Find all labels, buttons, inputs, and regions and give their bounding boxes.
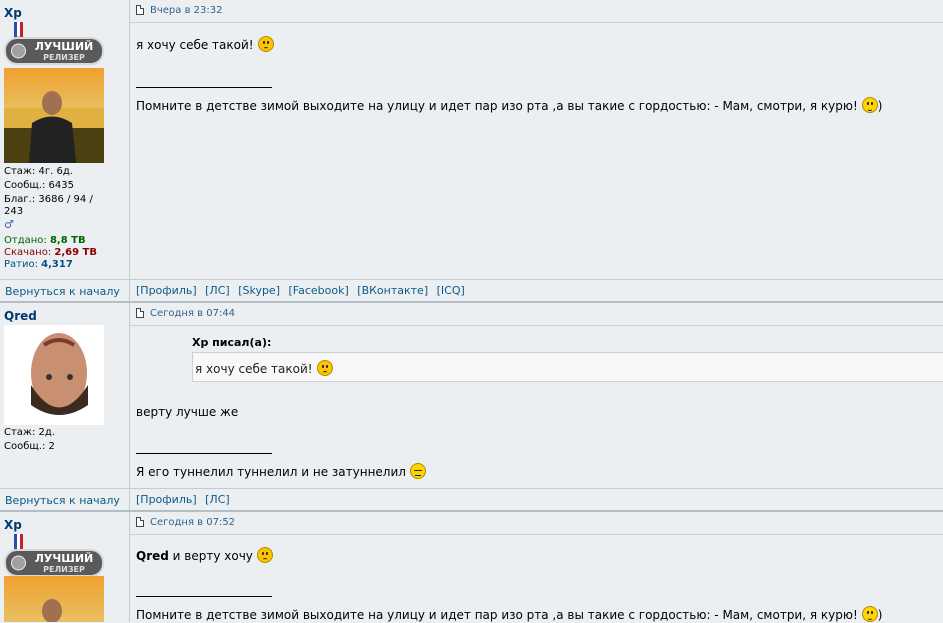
back-to-top-link[interactable]: Вернуться к началу <box>5 285 120 298</box>
post-header: Сегодня в 07:52 <box>130 512 943 535</box>
post-footer: Вернуться к началу [Профиль] [ЛС] [Skype… <box>0 279 943 302</box>
stat-stage: Стаж: 2д. <box>4 427 55 438</box>
post-link-icon[interactable] <box>136 517 144 527</box>
author-column: Xp ЛУЧШИЙ РЕЛИЗЕР <box>0 512 130 622</box>
stat-messages: Сообщ.: 2 <box>4 441 55 452</box>
signature-separator <box>136 87 272 88</box>
angry-smiley-icon <box>316 360 333 376</box>
post-text: верту лучше же <box>136 405 239 419</box>
angry-smiley-icon <box>256 547 273 563</box>
svg-text:РЕЛИЗЕР: РЕЛИЗЕР <box>43 565 85 574</box>
quote-box: я хочу себе такой! <box>192 352 943 382</box>
stat-messages: Сообщ.: 6435 <box>4 180 74 191</box>
post-date[interactable]: Сегодня в 07:52 <box>150 517 235 528</box>
stat-ratio: Ратио: 4,317 <box>4 259 73 270</box>
post-3: Xp ЛУЧШИЙ РЕЛИЗЕР Сегодня в 07:52 Qred и… <box>0 512 943 622</box>
profile-links: [Профиль] [ЛС] [Skype] [Facebook] [ВКонт… <box>136 284 470 297</box>
profile-link[interactable]: [Профиль] <box>136 493 197 506</box>
stat-thanks-cont: 243 <box>4 206 24 217</box>
post-date[interactable]: Сегодня в 07:44 <box>150 308 235 319</box>
post-body: Вчера в 23:32 я хочу себе такой! Помните… <box>130 0 943 279</box>
svg-text:ЛУЧШИЙ: ЛУЧШИЙ <box>35 40 94 53</box>
icq-link[interactable]: [ICQ] <box>437 284 465 297</box>
neutral-smiley-icon <box>409 463 426 479</box>
post-link-icon[interactable] <box>136 5 144 15</box>
avatar[interactable] <box>4 68 104 163</box>
happy-smiley-icon <box>861 97 878 113</box>
pm-link[interactable]: [ЛС] <box>205 284 230 297</box>
stat-stage: Стаж: 4г. 6д. <box>4 166 73 177</box>
mentioned-user[interactable]: Qred <box>136 549 169 563</box>
post-body: Сегодня в 07:44 Xp писал(а): я хочу себе… <box>130 303 943 488</box>
avatar[interactable] <box>4 325 104 425</box>
post-date[interactable]: Вчера в 23:32 <box>150 5 222 16</box>
stat-thanks: Благ.: 3686 / 94 / <box>4 194 93 205</box>
signature-text: Помните в детстве зимой выходите на улиц… <box>136 606 883 622</box>
author-nick[interactable]: Qred <box>4 309 37 323</box>
signature-text: Я его туннелил туннелил и не затуннелил <box>136 463 426 480</box>
post-footer: Вернуться к началу [Профиль] [ЛС] <box>0 488 943 511</box>
post-1: Xp ЛУЧШИЙ РЕЛИЗЕР Стаж: 4г. 6д. Сообщ.: … <box>0 0 943 302</box>
avatar[interactable] <box>4 576 104 622</box>
post-link-icon[interactable] <box>136 308 144 318</box>
post-text: Qred и верту хочу <box>136 547 273 564</box>
facebook-link[interactable]: [Facebook] <box>289 284 349 297</box>
author-nick[interactable]: Xp <box>4 6 22 20</box>
post-body: Сегодня в 07:52 Qred и верту хочу Помнит… <box>130 512 943 622</box>
skype-link[interactable]: [Skype] <box>238 284 280 297</box>
post-header: Сегодня в 07:44 <box>130 303 943 326</box>
author-nick[interactable]: Xp <box>4 518 22 532</box>
signature-text: Помните в детстве зимой выходите на улиц… <box>136 97 883 113</box>
quote-author: Xp писал(а): <box>192 336 272 349</box>
signature-separator <box>136 453 272 454</box>
stat-given: Отдано: 8,8 TB <box>4 235 86 246</box>
back-to-top-link[interactable]: Вернуться к началу <box>5 494 120 507</box>
happy-smiley-icon <box>861 606 878 622</box>
best-releaser-badge: ЛУЧШИЙ РЕЛИЗЕР <box>4 22 104 65</box>
quote-text: я хочу себе такой! <box>195 360 333 376</box>
signature-separator <box>136 596 272 597</box>
pm-link[interactable]: [ЛС] <box>205 493 230 506</box>
profile-link[interactable]: [Профиль] <box>136 284 197 297</box>
author-column: Qred Стаж: 2д. Сообщ.: 2 <box>0 303 130 488</box>
author-column: Xp ЛУЧШИЙ РЕЛИЗЕР Стаж: 4г. 6д. Сообщ.: … <box>0 0 130 279</box>
stat-downloaded: Скачано: 2,69 TB <box>4 247 98 258</box>
male-icon: ♂ <box>4 218 14 231</box>
post-text: я хочу себе такой! <box>136 36 274 53</box>
post-header: Вчера в 23:32 <box>130 0 943 23</box>
svg-text:РЕЛИЗЕР: РЕЛИЗЕР <box>43 53 85 62</box>
svg-text:ЛУЧШИЙ: ЛУЧШИЙ <box>35 552 94 565</box>
best-releaser-badge: ЛУЧШИЙ РЕЛИЗЕР <box>4 534 104 577</box>
angry-smiley-icon <box>257 36 274 52</box>
vkontakte-link[interactable]: [ВКонтакте] <box>357 284 428 297</box>
post-2: Qred Стаж: 2д. Сообщ.: 2 Сегодня в 07:44… <box>0 303 943 511</box>
profile-links: [Профиль] [ЛС] <box>136 493 235 506</box>
